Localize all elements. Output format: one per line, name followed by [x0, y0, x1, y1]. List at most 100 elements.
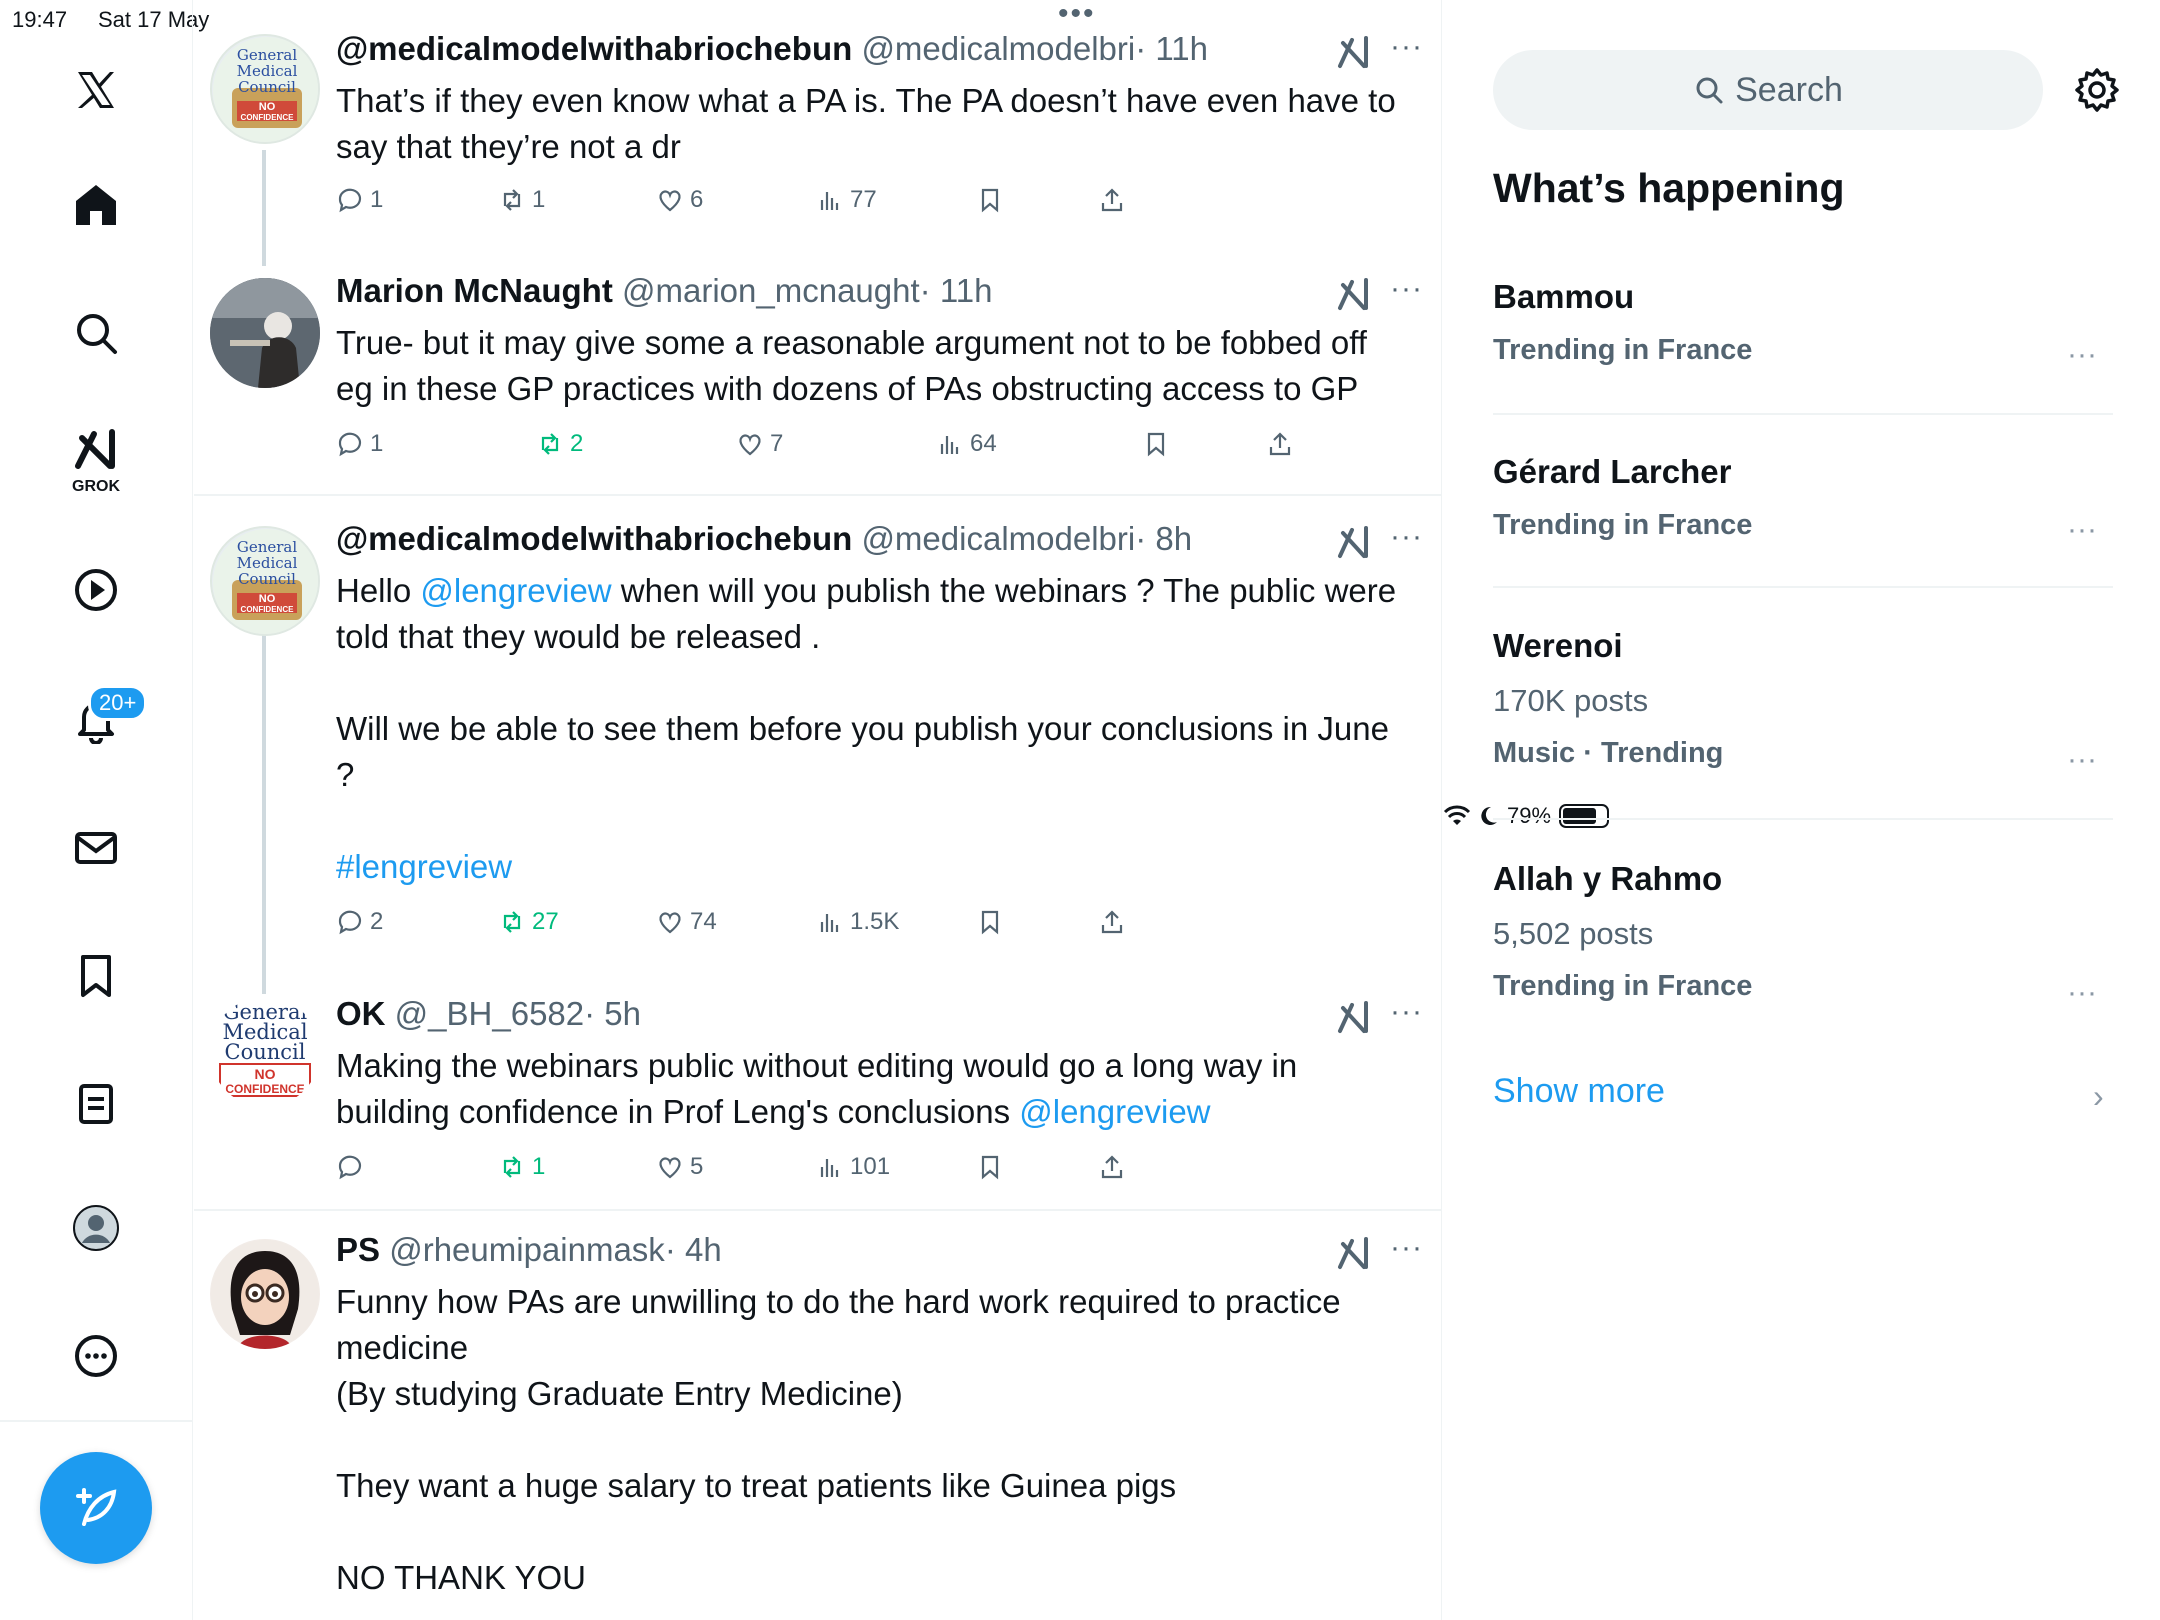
tweet-header: Marion McNaught @marion_mcnaught· 11h	[336, 272, 992, 310]
more-icon[interactable]: ···	[1390, 272, 1423, 306]
trend-more-icon[interactable]: ···	[2067, 513, 2097, 547]
messages-envelope-icon[interactable]	[66, 818, 126, 878]
trend-item[interactable]: Gérard Larcher Trending in France ···	[1493, 453, 2113, 546]
post-time[interactable]: · 5h	[584, 995, 641, 1032]
tweet-header: @medicalmodelwithabriochebun @medicalmod…	[336, 30, 1208, 68]
bookmark-button[interactable]	[976, 186, 1004, 214]
more-icon[interactable]: ···	[1390, 1231, 1423, 1265]
trend-item[interactable]: Bammou Trending in France ···	[1493, 278, 2113, 371]
view-count: 64	[970, 430, 997, 457]
like-button[interactable]: 7	[736, 430, 783, 458]
grok-icon[interactable]	[66, 420, 126, 480]
more-icon[interactable]: ···	[1390, 520, 1423, 554]
bookmark-button[interactable]	[976, 1153, 1004, 1181]
trend-more-icon[interactable]: ···	[2067, 976, 2097, 1010]
author-handle[interactable]: @rheumipainmask	[389, 1231, 665, 1268]
home-icon[interactable]	[66, 175, 126, 235]
view-count: 101	[850, 1153, 891, 1180]
avatar[interactable]: General Medical Council NO CONFIDENCE	[210, 526, 320, 636]
avatar[interactable]	[210, 278, 320, 388]
x-logo-icon[interactable]	[66, 60, 126, 120]
trend-item[interactable]: Werenoi 170K posts Music · Trending ···	[1493, 627, 2113, 776]
trend-more-icon[interactable]: ···	[2067, 338, 2097, 372]
views-button[interactable]: 1.5K	[816, 908, 899, 936]
like-button[interactable]: 74	[656, 908, 717, 936]
explore-search-icon[interactable]	[66, 303, 126, 363]
more-options-icon[interactable]	[66, 1326, 126, 1386]
tweet[interactable]: Marion McNaught @marion_mcnaught· 11h ··…	[194, 262, 1442, 494]
grok-explain-icon[interactable]	[1336, 34, 1372, 70]
views-button[interactable]: 101	[816, 1153, 890, 1181]
author-handle[interactable]: @_BH_6582	[395, 995, 584, 1032]
post-time[interactable]: · 11h	[1135, 30, 1208, 67]
bookmark-button[interactable]	[1142, 430, 1170, 458]
video-play-icon[interactable]	[66, 560, 126, 620]
author-handle[interactable]: @medicalmodelbri	[861, 30, 1135, 67]
author-name[interactable]: @medicalmodelwithabriochebun	[336, 30, 852, 67]
tweet[interactable]: General Medical Council NO CONFIDENCE OK…	[194, 971, 1442, 1207]
search-bar[interactable]: Search	[1493, 50, 2043, 130]
more-icon[interactable]: ···	[1390, 30, 1423, 64]
trend-divider	[1493, 818, 2113, 820]
author-name[interactable]: Marion McNaught	[336, 272, 613, 309]
post-time[interactable]: · 4h	[665, 1231, 722, 1268]
share-button[interactable]	[1098, 1153, 1126, 1181]
tweet-text: That’s if they even know what a PA is. T…	[336, 82, 1405, 165]
grok-explain-icon[interactable]	[1336, 999, 1372, 1035]
trend-item[interactable]: Allah y Rahmo 5,502 posts Trending in Fr…	[1493, 860, 2113, 1009]
heart-icon	[659, 190, 681, 212]
trend-more-icon[interactable]: ···	[2067, 743, 2097, 777]
profile-avatar-icon[interactable]	[66, 1198, 126, 1258]
thread-connector	[262, 150, 266, 266]
post-time[interactable]: · 8h	[1135, 520, 1192, 557]
compose-post-button[interactable]	[40, 1452, 152, 1564]
tweet[interactable]: General Medical Council NO CONFIDENCE @m…	[194, 496, 1442, 994]
trend-meta: Trending in France	[1493, 334, 1753, 366]
mention-link[interactable]: @lengreview	[420, 572, 611, 609]
bookmark-button[interactable]	[976, 908, 1004, 936]
share-button[interactable]	[1266, 430, 1294, 458]
reply-button[interactable]: 2	[336, 908, 383, 936]
settings-gear-icon[interactable]	[2073, 66, 2121, 114]
bookmark-icon	[981, 910, 999, 935]
thread-connector	[262, 624, 266, 994]
avatar[interactable]: General Medical Council NO CONFIDENCE	[210, 997, 320, 1107]
author-name[interactable]: @medicalmodelwithabriochebun	[336, 520, 852, 557]
grok-explain-icon[interactable]	[1336, 276, 1372, 312]
show-more-link[interactable]: Show more	[1493, 1072, 1665, 1111]
reply-button[interactable]: 1	[336, 186, 383, 214]
search-placeholder: Search	[1735, 70, 1843, 109]
reply-count: 1	[370, 186, 384, 213]
views-button[interactable]: 64	[936, 430, 997, 458]
more-icon[interactable]: ···	[1390, 995, 1423, 1029]
svg-text:CONFIDENCE: CONFIDENCE	[241, 605, 295, 614]
reply-button[interactable]: 1	[336, 430, 383, 458]
tweet-actions: 1 2 7 64	[336, 430, 1336, 470]
grok-explain-icon[interactable]	[1336, 1235, 1372, 1271]
reply-button[interactable]	[336, 1153, 370, 1181]
avatar[interactable]: General Medical Council NO CONFIDENCE	[210, 34, 320, 144]
share-button[interactable]	[1098, 908, 1126, 936]
like-button[interactable]: 5	[656, 1153, 703, 1181]
post-time[interactable]: · 11h	[920, 272, 993, 309]
tweet[interactable]: PS @rheumipainmask· 4h ··· Funny how PAs…	[194, 1211, 1442, 1620]
lists-icon[interactable]	[66, 1074, 126, 1134]
grok-explain-icon[interactable]	[1336, 524, 1372, 560]
tweet[interactable]: General Medical Council NO CONFIDENCE @m…	[194, 0, 1442, 266]
author-handle[interactable]: @medicalmodelbri	[861, 520, 1135, 557]
author-name[interactable]: PS	[336, 1231, 380, 1268]
mention-link[interactable]: @lengreview	[1019, 1093, 1210, 1130]
views-button[interactable]: 77	[816, 186, 877, 214]
author-handle[interactable]: @marion_mcnaught	[622, 272, 920, 309]
bookmarks-icon[interactable]	[66, 946, 126, 1006]
svg-text:Council: Council	[238, 78, 296, 96]
like-button[interactable]: 6	[656, 186, 703, 214]
repost-button[interactable]: 1	[498, 1153, 545, 1181]
share-button[interactable]	[1098, 186, 1126, 214]
repost-button[interactable]: 2	[536, 430, 583, 458]
repost-button[interactable]: 1	[498, 186, 545, 214]
author-name[interactable]: OK	[336, 995, 386, 1032]
avatar[interactable]	[210, 1239, 320, 1349]
hashtag-link[interactable]: #lengreview	[336, 848, 512, 885]
repost-button[interactable]: 27	[498, 908, 559, 936]
